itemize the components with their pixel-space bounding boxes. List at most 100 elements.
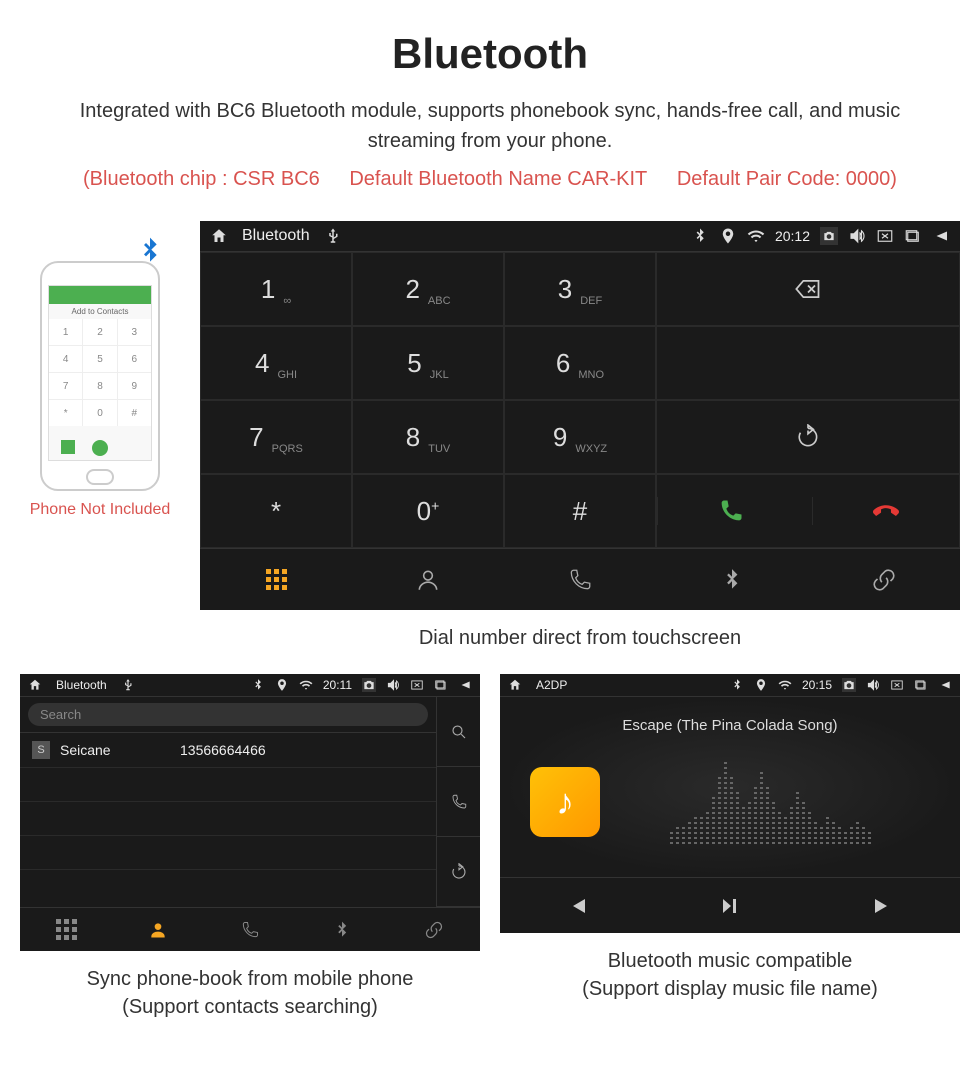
camera-icon[interactable] xyxy=(820,227,838,245)
nav-bluetooth[interactable] xyxy=(656,549,808,610)
next-track-button[interactable] xyxy=(807,878,960,933)
volume-icon[interactable] xyxy=(866,678,880,692)
nav-contacts[interactable] xyxy=(352,549,504,610)
hangup-button[interactable] xyxy=(812,497,959,525)
key-4[interactable]: 4GHI xyxy=(200,326,352,400)
location-icon xyxy=(754,678,768,692)
key-1[interactable]: 1∞ xyxy=(200,252,352,326)
nav-contacts[interactable] xyxy=(112,908,204,951)
close-screen-icon[interactable] xyxy=(876,227,894,245)
key-8[interactable]: 8TUV xyxy=(352,400,504,474)
equalizer-visual xyxy=(600,754,940,844)
phone-outline-icon xyxy=(240,920,260,940)
search-button[interactable] xyxy=(437,697,480,767)
wifi-icon xyxy=(747,227,765,245)
recent-apps-icon[interactable] xyxy=(914,678,928,692)
volume-icon[interactable] xyxy=(848,227,866,245)
refresh-button[interactable] xyxy=(437,837,480,907)
key-0[interactable]: 0+ xyxy=(352,474,504,548)
nav-link[interactable] xyxy=(388,908,480,951)
nav-link[interactable] xyxy=(808,549,960,610)
home-icon[interactable] xyxy=(28,678,42,692)
location-icon xyxy=(719,227,737,245)
dial-keypad: 1∞2ABC3DEF 4GHI5JKL6MNO 7PQRS8TUV9WXYZ *0+# xyxy=(200,252,960,548)
contact-badge: S xyxy=(32,741,50,759)
prev-track-button[interactable] xyxy=(500,878,653,933)
spec-code: Default Pair Code: 0000) xyxy=(677,168,897,190)
contact-row[interactable]: S Seicane 13566664466 xyxy=(20,733,436,768)
grid-icon xyxy=(266,569,287,590)
backspace-button[interactable] xyxy=(656,252,960,326)
statusbar-title: A2DP xyxy=(536,678,567,692)
home-icon[interactable] xyxy=(508,678,522,692)
spacer xyxy=(656,326,960,400)
phonebook-panel: Bluetooth 20:11 Se xyxy=(20,674,480,951)
close-screen-icon[interactable] xyxy=(890,678,904,692)
usb-icon xyxy=(121,678,135,692)
volume-icon[interactable] xyxy=(386,678,400,692)
dialer-caption: Dial number direct from touchscreen xyxy=(200,610,960,674)
prev-icon xyxy=(565,894,589,918)
key-3[interactable]: 3DEF xyxy=(504,252,656,326)
music-caption: Bluetooth music compatible (Support disp… xyxy=(500,933,960,1025)
usb-icon xyxy=(324,227,342,245)
play-pause-icon xyxy=(718,894,742,918)
nav-recent-calls[interactable] xyxy=(204,908,296,951)
refresh-icon xyxy=(795,424,821,450)
phone-caption: Phone Not Included xyxy=(20,501,180,519)
bottom-nav xyxy=(200,548,960,610)
next-icon xyxy=(871,894,895,918)
bluetooth-status-icon xyxy=(251,678,265,692)
redial-button[interactable] xyxy=(656,400,960,474)
nav-recent-calls[interactable] xyxy=(504,549,656,610)
spec-chip: (Bluetooth chip : CSR BC6 xyxy=(83,168,320,190)
phonebook-caption: Sync phone-book from mobile phone (Suppo… xyxy=(20,951,480,1043)
camera-icon[interactable] xyxy=(362,678,376,692)
refresh-icon xyxy=(450,863,468,881)
album-art-icon: ♪ xyxy=(530,767,600,837)
person-icon xyxy=(415,567,441,593)
phone-outline-icon xyxy=(567,567,593,593)
bluetooth-icon xyxy=(332,920,352,940)
statusbar-title: Bluetooth xyxy=(242,227,310,245)
clock: 20:15 xyxy=(802,678,832,692)
key-*[interactable]: * xyxy=(200,474,352,548)
bluetooth-status-icon xyxy=(730,678,744,692)
person-icon xyxy=(148,920,168,940)
nav-keypad[interactable] xyxy=(200,549,352,610)
page-subtitle: Integrated with BC6 Bluetooth module, su… xyxy=(40,96,940,156)
close-screen-icon[interactable] xyxy=(410,678,424,692)
specs-line: (Bluetooth chip : CSR BC6 Default Blueto… xyxy=(40,168,940,191)
key-9[interactable]: 9WXYZ xyxy=(504,400,656,474)
home-icon[interactable] xyxy=(210,227,228,245)
call-button[interactable] xyxy=(437,767,480,837)
link-icon xyxy=(871,567,897,593)
key-7[interactable]: 7PQRS xyxy=(200,400,352,474)
bluetooth-icon xyxy=(134,235,166,275)
back-icon[interactable] xyxy=(938,678,952,692)
key-#[interactable]: # xyxy=(504,474,656,548)
search-input[interactable]: Search xyxy=(28,703,428,726)
contact-name: Seicane xyxy=(60,742,180,758)
key-5[interactable]: 5JKL xyxy=(352,326,504,400)
key-6[interactable]: 6MNO xyxy=(504,326,656,400)
nav-bluetooth[interactable] xyxy=(296,908,388,951)
clock: 20:11 xyxy=(323,678,352,692)
backspace-icon xyxy=(794,275,822,303)
statusbar: Bluetooth 20:12 xyxy=(200,221,960,252)
phone-outline-icon xyxy=(450,793,468,811)
dialer-panel: Bluetooth 20:12 1∞2ABC3DEF 4GHI5JKL6MNO 7P… xyxy=(200,221,960,610)
back-icon[interactable] xyxy=(932,227,950,245)
camera-icon[interactable] xyxy=(842,678,856,692)
recent-apps-icon[interactable] xyxy=(904,227,922,245)
key-2[interactable]: 2ABC xyxy=(352,252,504,326)
link-icon xyxy=(424,920,444,940)
track-title: Escape (The Pina Colada Song) xyxy=(520,717,940,734)
wifi-icon xyxy=(778,678,792,692)
back-icon[interactable] xyxy=(458,678,472,692)
nav-keypad[interactable] xyxy=(20,908,112,951)
call-button[interactable] xyxy=(657,497,804,525)
recent-apps-icon[interactable] xyxy=(434,678,448,692)
play-pause-button[interactable] xyxy=(653,878,806,933)
clock: 20:12 xyxy=(775,228,810,244)
